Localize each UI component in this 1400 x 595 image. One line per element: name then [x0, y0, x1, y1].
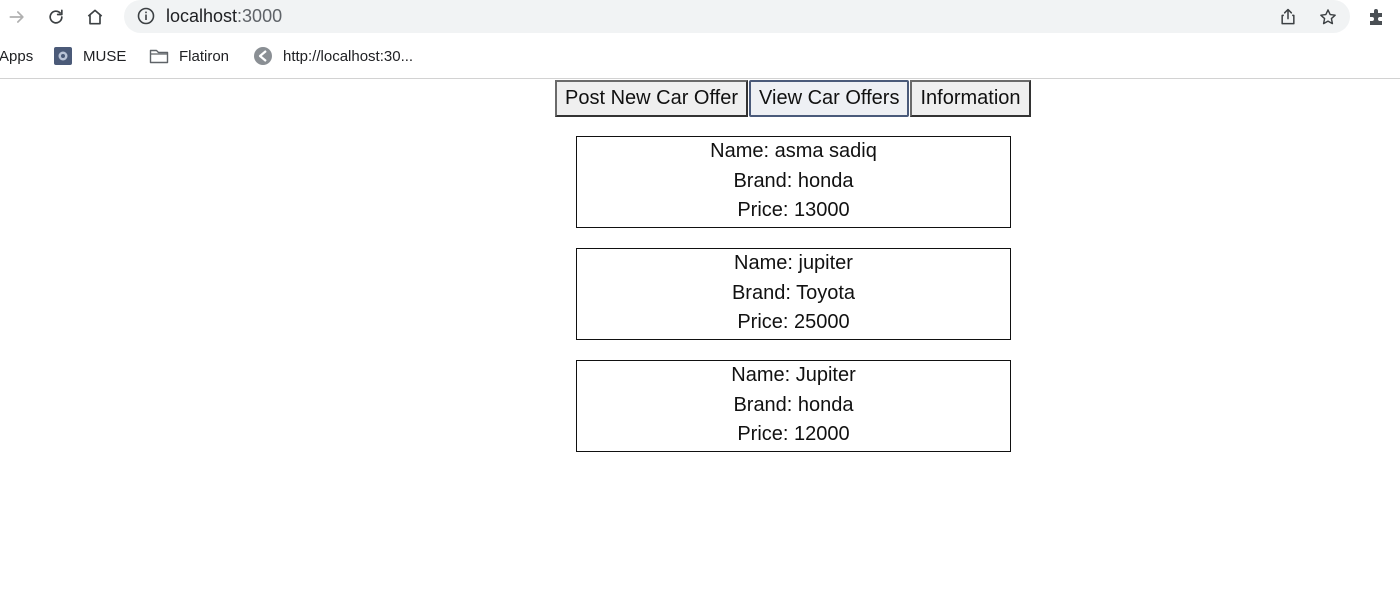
- chrome-divider: [0, 78, 1400, 79]
- url-port: :3000: [237, 6, 283, 26]
- bookmark-localhost-label: http://localhost:30...: [283, 47, 414, 65]
- car-offer-card: Name: Jupiter Brand: honda Price: 12000: [576, 360, 1011, 452]
- offer-brand: Brand: Toyota: [731, 281, 856, 304]
- nav-buttons: Post New Car Offer View Car Offers Infor…: [555, 80, 1032, 117]
- offer-price: Price: 25000: [737, 311, 850, 333]
- bookmark-flatiron-label: Flatiron: [179, 47, 230, 65]
- globe-favicon-icon: [253, 46, 273, 66]
- offer-name: Name: asma sadiq: [710, 140, 877, 162]
- bookmark-muse-label: MUSE: [83, 47, 127, 65]
- information-button[interactable]: Information: [910, 80, 1031, 117]
- offer-brand: Brand: honda: [733, 393, 854, 416]
- bookmark-flatiron[interactable]: Flatiron: [149, 44, 229, 68]
- browser-toolbar: localhost:3000: [0, 0, 1400, 34]
- offer-price: Price: 13000: [737, 199, 850, 221]
- offer-brand: Brand: honda: [733, 169, 854, 192]
- forward-arrow-icon[interactable]: [4, 4, 30, 30]
- home-icon[interactable]: [82, 4, 108, 30]
- offer-name: Name: jupiter: [734, 252, 853, 274]
- bookmark-star-icon[interactable]: [1316, 5, 1340, 29]
- reload-icon[interactable]: [43, 4, 69, 30]
- view-car-offers-button[interactable]: View Car Offers: [749, 80, 910, 117]
- muse-favicon-icon: [53, 46, 73, 66]
- bookmark-apps[interactable]: Apps: [0, 44, 33, 68]
- post-new-car-offer-button[interactable]: Post New Car Offer: [555, 80, 749, 117]
- offer-price: Price: 12000: [737, 423, 850, 445]
- info-icon[interactable]: [136, 6, 156, 26]
- car-offer-card: Name: asma sadiq Brand: honda Price: 130…: [576, 136, 1011, 228]
- extensions-puzzle-icon[interactable]: [1366, 6, 1388, 28]
- folder-icon: [149, 46, 169, 66]
- address-bar[interactable]: localhost:3000: [124, 0, 1350, 33]
- car-offer-card: Name: jupiter Brand: Toyota Price: 25000: [576, 248, 1011, 340]
- bookmark-localhost[interactable]: http://localhost:30...: [253, 44, 413, 68]
- share-icon[interactable]: [1276, 5, 1300, 29]
- bookmark-apps-label: Apps: [0, 47, 34, 65]
- bookmarks-bar: Apps MUSE Flatiron http://localhost:30..…: [0, 38, 1400, 74]
- url-text[interactable]: localhost:3000: [166, 6, 282, 26]
- url-host: localhost: [166, 6, 238, 26]
- offer-name: Name: Jupiter: [731, 364, 856, 386]
- bookmark-muse[interactable]: MUSE: [53, 44, 126, 68]
